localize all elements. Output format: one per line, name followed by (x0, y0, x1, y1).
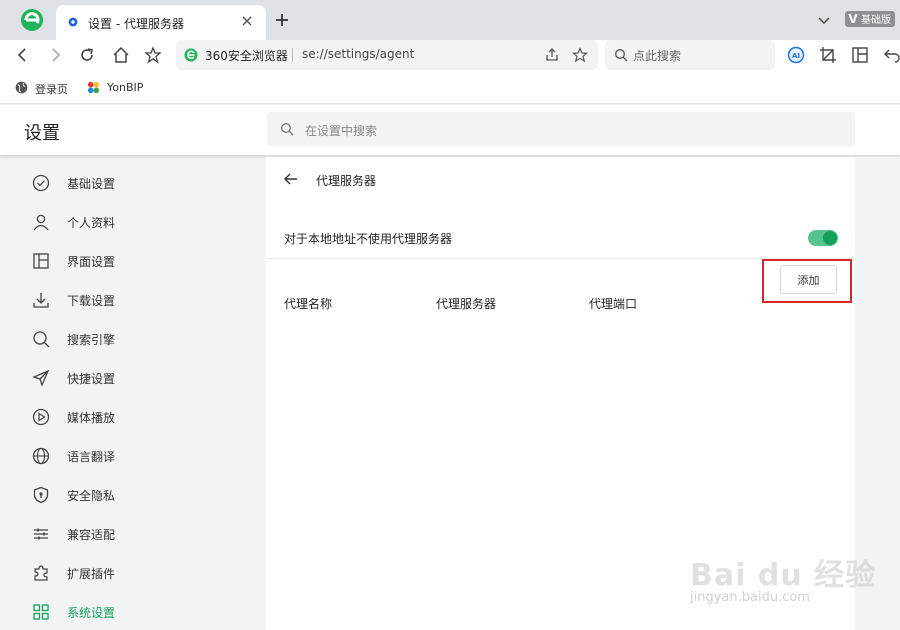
highlight-annotation (762, 259, 852, 303)
edition-badge[interactable]: V 基础版 (845, 11, 895, 27)
sidebar-item-label: 下载设置 (67, 294, 116, 308)
url-text[interactable]: se://settings/agent (302, 47, 414, 61)
column-header-proxy-port: 代理端口 (589, 297, 638, 311)
sidebar-item-label: 搜索引擎 (67, 333, 116, 347)
toolbar-search-placeholder: 点此搜索 (633, 49, 682, 63)
watermark-sub: jingyan.baidu.com (690, 590, 810, 605)
home-icon[interactable] (112, 46, 130, 64)
bypass-local-label: 对于本地地址不使用代理服务器 (284, 232, 453, 246)
edition-mark: V (848, 12, 858, 26)
bypass-local-toggle[interactable] (808, 230, 838, 246)
sidebar-item-profile[interactable]: 个人资料 (32, 207, 232, 237)
browser-toolbar: 360安全浏览器 se://settings/agent 点此搜索 AI (0, 40, 900, 72)
sidebar-item-label: 基础设置 (67, 177, 116, 191)
new-tab-icon[interactable] (274, 12, 290, 28)
settings-sidebar: 基础设置 个人资料 界面设置 下载设置 搜索引擎 快捷设置 媒体播放 语言翻译 … (0, 157, 266, 630)
sliders-icon (34, 528, 48, 540)
toolbar-search[interactable]: 点此搜索 (605, 40, 775, 70)
reload-icon[interactable] (78, 46, 96, 64)
bookmark-yonbip[interactable]: YonBIP (87, 80, 157, 96)
address-bar[interactable]: 360安全浏览器 se://settings/agent (176, 40, 598, 70)
grid-icon (33, 604, 49, 620)
sidebar-item-language[interactable]: 语言翻译 (32, 441, 232, 471)
search-icon (281, 123, 294, 136)
sidebar-item-download[interactable]: 下载设置 (32, 285, 232, 315)
bookmark-login[interactable]: 登录页 (15, 80, 75, 96)
sidebar-item-label: 安全隐私 (67, 489, 116, 503)
puzzle-icon (34, 565, 48, 581)
active-tab[interactable]: 设置 - 代理服务器 (56, 5, 266, 40)
bookmark-label: YonBIP (107, 81, 144, 94)
download-icon (33, 293, 49, 308)
toggle-knob (823, 231, 837, 245)
svg-text:AI: AI (792, 52, 800, 60)
tab-title: 设置 - 代理服务器 (88, 17, 184, 31)
sidebar-item-label: 个人资料 (67, 216, 116, 230)
edition-label: 基础版 (861, 15, 891, 26)
sidebar-item-label: 媒体播放 (67, 411, 116, 425)
sidebar-item-compat[interactable]: 兼容适配 (32, 519, 232, 549)
shield-icon (33, 486, 49, 504)
back-icon[interactable] (14, 46, 32, 64)
sidebar-item-label: 扩展插件 (67, 567, 116, 581)
sidebar-item-label: 界面设置 (67, 255, 116, 269)
back-arrow-icon[interactable] (283, 171, 299, 187)
sidebar-item-system[interactable]: 系统设置 (32, 597, 232, 627)
address-divider (292, 48, 293, 62)
sidebar-item-interface[interactable]: 界面设置 (32, 246, 232, 276)
sidebar-toggle-icon[interactable] (851, 46, 869, 64)
close-icon[interactable] (240, 14, 254, 28)
sidebar-item-label: 语言翻译 (67, 450, 116, 464)
chevron-down-icon[interactable] (818, 16, 830, 26)
play-icon (32, 408, 50, 426)
forward-icon[interactable] (46, 46, 64, 64)
site-name: 360安全浏览器 (205, 49, 288, 63)
browser-e-icon (184, 48, 198, 62)
globe-icon (15, 81, 28, 94)
person-icon (33, 214, 49, 231)
yonbip-logo-icon (87, 81, 100, 94)
settings-search-input[interactable]: 在设置中搜索 (267, 112, 855, 146)
ai-assistant-icon[interactable]: AI (787, 46, 805, 64)
send-icon (32, 369, 50, 387)
sidebar-item-label: 快捷设置 (67, 372, 116, 386)
bookmark-label: 登录页 (35, 83, 68, 96)
column-header-proxy-server: 代理服务器 (436, 297, 497, 311)
panel-title: 代理服务器 (316, 174, 377, 188)
layout-icon (33, 253, 49, 269)
sidebar-item-basic[interactable]: 基础设置 (32, 168, 232, 198)
sidebar-item-media[interactable]: 媒体播放 (32, 402, 232, 432)
crop-icon[interactable] (819, 46, 837, 64)
search-icon (33, 331, 50, 348)
gear-icon (68, 17, 78, 27)
sidebar-item-label: 系统设置 (67, 606, 116, 620)
watermark: Bai du 经验 jingyan.baidu.com (690, 550, 900, 612)
share-icon[interactable] (544, 47, 560, 63)
settings-header: 设置 在设置中搜索 (0, 105, 900, 155)
undo-icon[interactable] (883, 46, 900, 64)
globe-icon (32, 447, 50, 465)
browser-logo-icon[interactable] (20, 8, 44, 32)
watermark-text: Bai du 经验 (690, 558, 877, 593)
bookmarks-bar: 登录页 YonBIP (0, 72, 900, 104)
sidebar-item-extensions[interactable]: 扩展插件 (32, 558, 232, 588)
star-icon[interactable] (144, 46, 162, 64)
sidebar-item-shortcuts[interactable]: 快捷设置 (32, 363, 232, 393)
sidebar-item-security[interactable]: 安全隐私 (32, 480, 232, 510)
sidebar-item-search-engine[interactable]: 搜索引擎 (32, 324, 232, 354)
sidebar-item-label: 兼容适配 (67, 528, 116, 542)
page-title: 设置 (24, 123, 60, 144)
bookmark-star-icon[interactable] (572, 47, 588, 63)
settings-search-placeholder: 在设置中搜索 (305, 124, 378, 138)
tab-strip: 设置 - 代理服务器 V 基础版 (0, 0, 900, 40)
search-icon (615, 49, 628, 62)
column-header-proxy-name: 代理名称 (284, 297, 333, 311)
check-circle-icon (32, 174, 50, 192)
